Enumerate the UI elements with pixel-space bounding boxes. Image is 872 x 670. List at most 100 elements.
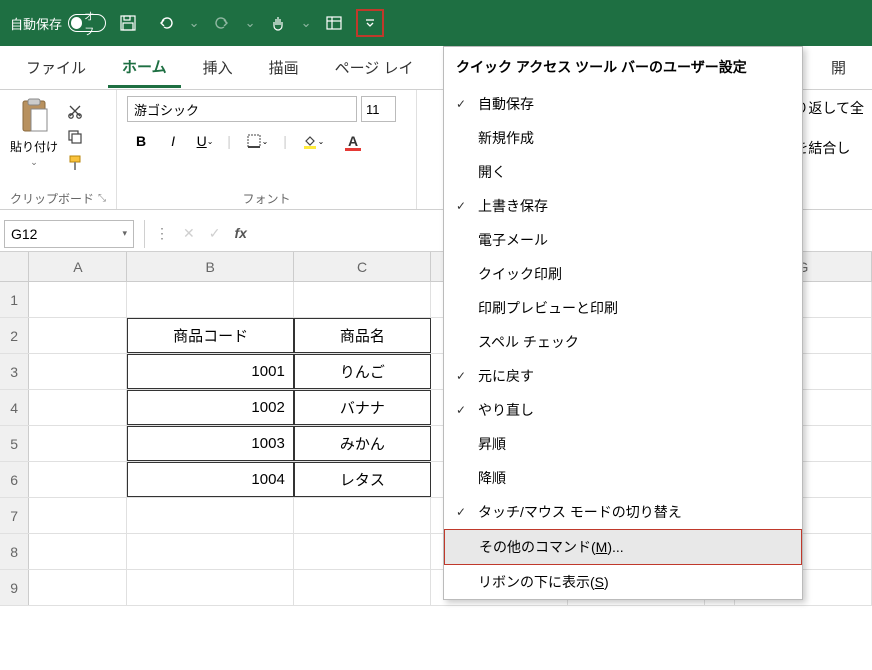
col-header[interactable]: C xyxy=(294,252,431,281)
row-header[interactable]: 3 xyxy=(0,354,29,389)
font-color-button[interactable]: A xyxy=(335,128,371,154)
cell[interactable] xyxy=(294,534,431,569)
cell[interactable] xyxy=(29,354,127,389)
row-header[interactable]: 2 xyxy=(0,318,29,353)
cell[interactable] xyxy=(29,462,127,497)
cell[interactable]: みかん xyxy=(294,426,431,461)
check-icon: ✓ xyxy=(452,403,470,417)
formula-dropdown-icon[interactable]: ⋮ xyxy=(155,225,169,242)
redo-chevron[interactable]: ⌄ xyxy=(244,15,256,31)
tab-draw[interactable]: 描画 xyxy=(255,49,313,86)
cell[interactable]: りんご xyxy=(294,354,431,389)
border-button[interactable]: ⌄ xyxy=(239,128,275,154)
menu-item[interactable]: ✓タッチ/マウス モードの切り替え xyxy=(444,495,802,529)
col-header[interactable]: A xyxy=(29,252,127,281)
menu-more-commands[interactable]: その他のコマンド(M)... xyxy=(444,529,802,565)
cell[interactable] xyxy=(127,282,293,317)
check-icon: ✓ xyxy=(452,97,470,111)
clipboard-launcher[interactable]: ⤡ xyxy=(98,193,106,204)
cell[interactable] xyxy=(29,534,127,569)
undo-chevron[interactable]: ⌄ xyxy=(188,15,200,31)
cell[interactable]: 1003 xyxy=(127,426,293,461)
cell[interactable]: 商品名 xyxy=(294,318,431,353)
cell[interactable]: バナナ xyxy=(294,390,431,425)
menu-item[interactable]: 降順 xyxy=(444,461,802,495)
menu-item[interactable]: ✓元に戻す xyxy=(444,359,802,393)
row-header[interactable]: 7 xyxy=(0,498,29,533)
cancel-icon[interactable]: ✕ xyxy=(183,225,195,242)
select-all-corner[interactable] xyxy=(0,252,29,281)
menu-item[interactable]: ✓自動保存 xyxy=(444,87,802,121)
menu-item[interactable]: 印刷プレビューと印刷 xyxy=(444,291,802,325)
cell[interactable] xyxy=(29,318,127,353)
cell-reference: G12 xyxy=(11,226,37,242)
menu-item[interactable]: ✓やり直し xyxy=(444,393,802,427)
font-size-input[interactable] xyxy=(361,96,396,122)
confirm-icon[interactable]: ✓ xyxy=(209,225,221,242)
name-box[interactable]: G12 ▾ xyxy=(4,220,134,248)
customize-qat-button[interactable] xyxy=(356,9,384,37)
fx-icon[interactable]: fx xyxy=(234,225,246,242)
tab-truncated-2[interactable]: 開 xyxy=(817,49,860,86)
tab-pagelayout[interactable]: ページ レイ xyxy=(321,49,428,86)
menu-item[interactable]: ✓上書き保存 xyxy=(444,189,802,223)
paste-button[interactable]: 貼り付け ⌄ xyxy=(10,96,58,174)
check-icon: ✓ xyxy=(452,505,470,519)
cell[interactable] xyxy=(294,498,431,533)
cell[interactable] xyxy=(294,282,431,317)
row-header[interactable]: 8 xyxy=(0,534,29,569)
row-header[interactable]: 4 xyxy=(0,390,29,425)
cell[interactable] xyxy=(29,570,127,605)
row-header[interactable]: 6 xyxy=(0,462,29,497)
menu-item[interactable]: 新規作成 xyxy=(444,121,802,155)
autosave-toggle[interactable]: 自動保存 オフ xyxy=(10,14,106,33)
cell[interactable] xyxy=(29,426,127,461)
cell[interactable]: 1002 xyxy=(127,390,293,425)
cell[interactable] xyxy=(29,390,127,425)
cell[interactable]: 1001 xyxy=(127,354,293,389)
check-icon: ✓ xyxy=(452,199,470,213)
bold-button[interactable]: B xyxy=(127,128,155,154)
copy-button[interactable] xyxy=(64,126,86,148)
row-header[interactable]: 9 xyxy=(0,570,29,605)
name-box-chevron[interactable]: ▾ xyxy=(122,228,127,239)
col-header[interactable]: B xyxy=(127,252,294,281)
italic-button[interactable]: I xyxy=(159,128,187,154)
row-header[interactable]: 1 xyxy=(0,282,29,317)
cell[interactable] xyxy=(294,570,431,605)
cell[interactable] xyxy=(127,498,293,533)
font-name-input[interactable] xyxy=(127,96,357,122)
touch-mode-button[interactable] xyxy=(262,7,294,39)
touch-chevron[interactable]: ⌄ xyxy=(300,15,312,31)
tab-insert[interactable]: 挿入 xyxy=(189,49,247,86)
tab-file[interactable]: ファイル xyxy=(12,49,100,86)
menu-item[interactable]: スペル チェック xyxy=(444,325,802,359)
menu-item[interactable]: 昇順 xyxy=(444,427,802,461)
menu-item[interactable]: 開く xyxy=(444,155,802,189)
menu-item-label: 開く xyxy=(478,162,790,182)
form-button[interactable] xyxy=(318,7,350,39)
format-painter-button[interactable] xyxy=(64,152,86,174)
cell[interactable] xyxy=(127,534,293,569)
menu-item-label: スペル チェック xyxy=(478,332,790,352)
save-button[interactable] xyxy=(112,7,144,39)
tab-home[interactable]: ホーム xyxy=(108,48,181,88)
menu-item[interactable]: 電子メール xyxy=(444,223,802,257)
cell[interactable] xyxy=(127,570,293,605)
paste-chevron[interactable]: ⌄ xyxy=(30,157,38,168)
cut-button[interactable] xyxy=(64,100,86,122)
menu-title: クイック アクセス ツール バーのユーザー設定 xyxy=(444,47,802,87)
menu-item[interactable]: クイック印刷 xyxy=(444,257,802,291)
row-header[interactable]: 5 xyxy=(0,426,29,461)
menu-more-commands-pre: その他のコマンド( xyxy=(479,539,596,555)
cell[interactable]: 1004 xyxy=(127,462,293,497)
undo-button[interactable] xyxy=(150,7,182,39)
menu-show-below-ribbon[interactable]: リボンの下に表示(S) xyxy=(444,565,802,599)
toggle-switch[interactable]: オフ xyxy=(68,14,106,32)
cell[interactable]: レタス xyxy=(294,462,431,497)
cell[interactable] xyxy=(29,498,127,533)
cell[interactable] xyxy=(29,282,127,317)
cell[interactable]: 商品コード xyxy=(127,318,293,353)
underline-button[interactable]: U ⌄ xyxy=(191,128,219,154)
fill-color-button[interactable]: ⌄ xyxy=(295,128,331,154)
